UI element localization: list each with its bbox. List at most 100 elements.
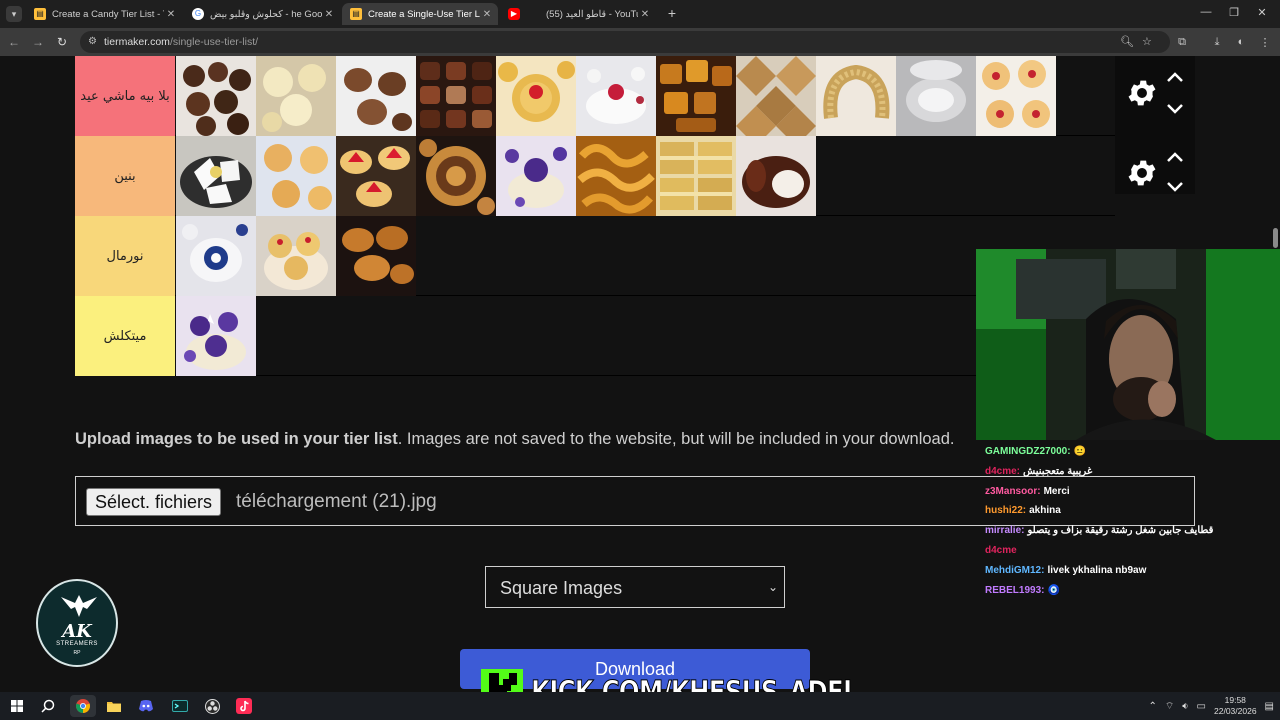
tab-youtube[interactable]: ▶ (55) قاطو العيد - YouTube ✕ xyxy=(500,3,656,25)
url-path: /single-use-tier-list/ xyxy=(169,36,259,48)
discord-icon[interactable] xyxy=(133,695,159,717)
url-text: tiermaker.com/single-use-tier-list/ xyxy=(104,36,258,48)
tab-single-use-tier-list[interactable]: ▤ Create a Single-Use Tier List (F ✕ xyxy=(342,3,498,25)
food-image[interactable] xyxy=(176,216,256,296)
bookmark-star-icon[interactable]: ☆ xyxy=(1142,35,1152,48)
upload-instructions: Upload images to be used in your tier li… xyxy=(75,430,954,449)
chat-message: REBEL1993: 🧿 xyxy=(985,585,1275,605)
windows-taskbar: ⌃ ⌔ 🔉︎ ▭ 19:58 22/03/2026 ▤ xyxy=(0,692,1280,720)
close-icon[interactable]: ✕ xyxy=(164,9,178,20)
chat-text: akhina xyxy=(1029,505,1061,517)
food-image[interactable] xyxy=(656,56,736,136)
chrome-icon[interactable] xyxy=(70,695,96,717)
tab-google-search[interactable]: G كحلوش وقلبو بيض - he Google ✕ xyxy=(184,3,340,25)
close-icon[interactable]: ✕ xyxy=(322,9,336,20)
food-image[interactable] xyxy=(176,136,256,216)
chevron-up-icon[interactable]: ⌃ xyxy=(1148,701,1156,712)
tab-search-icon[interactable]: ▾ xyxy=(6,6,22,22)
food-image[interactable] xyxy=(256,136,336,216)
gear-icon[interactable] xyxy=(1125,156,1159,190)
food-image[interactable] xyxy=(336,56,416,136)
food-image[interactable] xyxy=(416,136,496,216)
extensions-icon[interactable]: ⧉ xyxy=(1175,36,1189,49)
chevron-down-icon[interactable] xyxy=(1165,102,1185,116)
food-image[interactable] xyxy=(256,56,336,136)
chat-message: mirralie: قطايف جابين شغل رشتة رقيقة بزاف… xyxy=(985,525,1275,545)
tier-items xyxy=(176,56,1056,136)
menu-icon[interactable]: ⋮ xyxy=(1258,36,1272,49)
choose-files-button[interactable]: Sélect. fichiers xyxy=(86,488,222,516)
clock[interactable]: 19:58 22/03/2026 xyxy=(1214,695,1257,717)
new-tab-button[interactable]: + xyxy=(664,5,680,21)
chat-username: hushi22: xyxy=(985,505,1027,517)
tier-label[interactable]: نورمال xyxy=(75,216,175,296)
notification-icon[interactable]: ▤ xyxy=(1265,701,1274,712)
tiermaker-icon: ▤ xyxy=(350,8,362,20)
restore-icon[interactable]: ❐ xyxy=(1226,6,1242,19)
windows-start-icon[interactable] xyxy=(4,695,30,717)
gear-icon[interactable] xyxy=(1125,76,1159,110)
search-icon[interactable] xyxy=(35,695,61,717)
chevron-up-icon[interactable] xyxy=(1165,70,1185,84)
chevron-up-icon[interactable] xyxy=(1165,150,1185,164)
page-scrollbar[interactable] xyxy=(1270,116,1280,692)
tab-candy-tier-list[interactable]: ▤ Create a Candy Tier List - TierM ✕ xyxy=(26,3,182,25)
file-explorer-icon[interactable] xyxy=(101,695,127,717)
network-icon[interactable]: ⌔ xyxy=(1165,700,1174,713)
upload-heading: Upload images to be used in your tier li… xyxy=(75,430,398,448)
food-image[interactable] xyxy=(656,136,736,216)
tiktok-icon[interactable] xyxy=(231,695,257,717)
chat-text: livek ykhalina nb9aw xyxy=(1047,564,1147,576)
tier-controls xyxy=(1115,56,1195,136)
food-image[interactable] xyxy=(736,56,816,136)
battery-icon[interactable]: ▭ xyxy=(1197,701,1206,712)
chat-username: REBEL1993: xyxy=(985,584,1045,596)
terminal-icon[interactable] xyxy=(167,695,193,717)
chat-username: GAMINGDZ27000: xyxy=(985,446,1071,457)
tier-label[interactable]: بنين xyxy=(75,136,175,216)
food-image[interactable] xyxy=(496,136,576,216)
chat-message: hushi22: akhina xyxy=(985,505,1275,525)
chat-username: MehdiGM12: xyxy=(985,564,1045,576)
download-icon[interactable]: ⤓ xyxy=(1210,36,1224,49)
food-image[interactable] xyxy=(896,56,976,136)
food-image[interactable] xyxy=(256,216,336,296)
system-tray: ⌃ ⌔ 🔉︎ ▭ 19:58 22/03/2026 ▤ xyxy=(1148,692,1274,720)
tier-row: بنين xyxy=(75,136,1115,216)
food-image[interactable] xyxy=(736,136,816,216)
forward-icon[interactable]: → xyxy=(30,34,46,50)
tab-title: Create a Single-Use Tier List (F xyxy=(368,8,480,20)
tier-items xyxy=(176,296,256,376)
food-image[interactable] xyxy=(816,56,896,136)
zoom-icon[interactable]: 🔍︎ xyxy=(1120,35,1134,48)
back-icon[interactable]: ← xyxy=(6,34,22,50)
food-image[interactable] xyxy=(496,56,576,136)
chat-text: Merci xyxy=(1043,485,1070,497)
food-image[interactable] xyxy=(176,56,256,136)
logo-title: AK xyxy=(62,621,92,642)
tier-label[interactable]: ميتكلش xyxy=(75,296,175,376)
tier-label[interactable]: بلا بيه ماشي عيد xyxy=(75,56,175,136)
profile-icon[interactable]: ◐ xyxy=(1234,36,1248,48)
close-window-icon[interactable]: ✕ xyxy=(1254,6,1270,19)
minimize-icon[interactable]: — xyxy=(1198,6,1214,18)
food-image[interactable] xyxy=(176,296,256,376)
food-image[interactable] xyxy=(976,56,1056,136)
chevron-down-icon[interactable] xyxy=(1165,180,1185,194)
chat-message: d4cme: غريبية متعجبنيش xyxy=(985,466,1275,486)
tab-title: (55) قاطو العيد - YouTube xyxy=(546,8,638,20)
image-shape-select[interactable]: Square Images ⌄ xyxy=(485,566,785,608)
food-image[interactable] xyxy=(576,56,656,136)
reload-icon[interactable]: ↻ xyxy=(54,34,70,50)
scrollbar-thumb[interactable] xyxy=(1273,228,1278,248)
site-info-icon[interactable]: ⚙ xyxy=(88,36,97,47)
food-image[interactable] xyxy=(576,136,656,216)
obs-icon[interactable] xyxy=(199,695,225,717)
food-image[interactable] xyxy=(336,136,416,216)
food-image[interactable] xyxy=(416,56,496,136)
food-image[interactable] xyxy=(336,216,416,296)
close-icon[interactable]: ✕ xyxy=(480,9,494,20)
address-bar[interactable]: ⚙ tiermaker.com/single-use-tier-list/ 🔍︎… xyxy=(80,31,1170,53)
volume-icon[interactable]: 🔉︎ xyxy=(1182,701,1188,712)
close-icon[interactable]: ✕ xyxy=(638,9,652,20)
